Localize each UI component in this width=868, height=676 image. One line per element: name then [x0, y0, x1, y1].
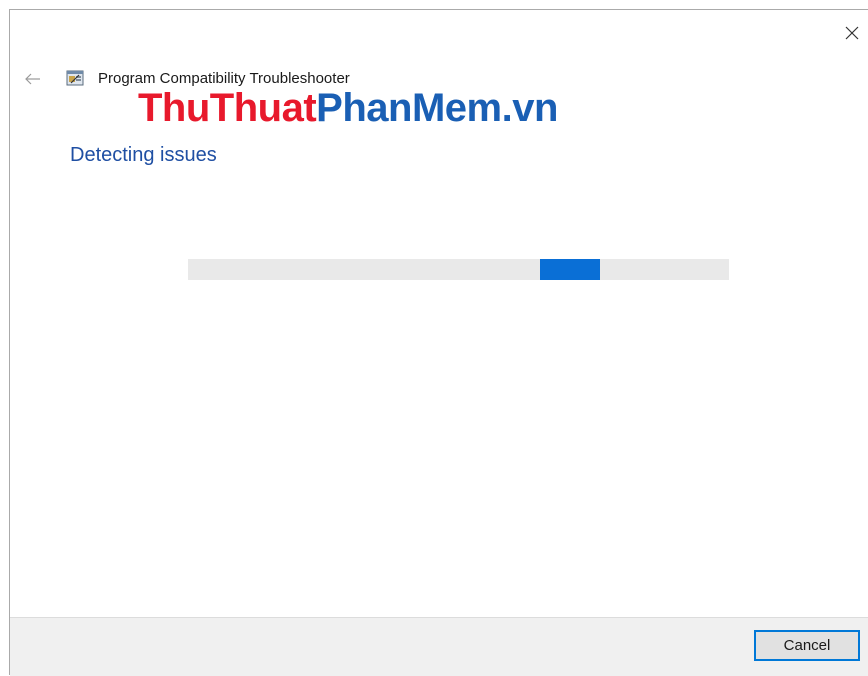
- close-icon: [845, 26, 859, 40]
- window-border-top: [9, 9, 868, 10]
- watermark-logo: ThuThuatPhanMem.vn: [138, 84, 558, 132]
- progress-indicator: [540, 259, 600, 280]
- back-arrow-icon: [25, 73, 40, 85]
- close-button[interactable]: [836, 18, 868, 48]
- progress-bar: [188, 259, 729, 280]
- page-heading: Detecting issues: [70, 144, 217, 166]
- cancel-button[interactable]: Cancel: [754, 630, 860, 661]
- window-border-left: [9, 9, 10, 675]
- troubleshooter-window: Program Compatibility Troubleshooter Thu…: [0, 0, 868, 676]
- footer-bar: [10, 617, 868, 676]
- troubleshooter-icon: [66, 70, 84, 86]
- back-button[interactable]: [20, 68, 46, 90]
- watermark-part-2: PhanMem.vn: [316, 86, 558, 130]
- watermark-part-1: ThuThuat: [138, 86, 317, 130]
